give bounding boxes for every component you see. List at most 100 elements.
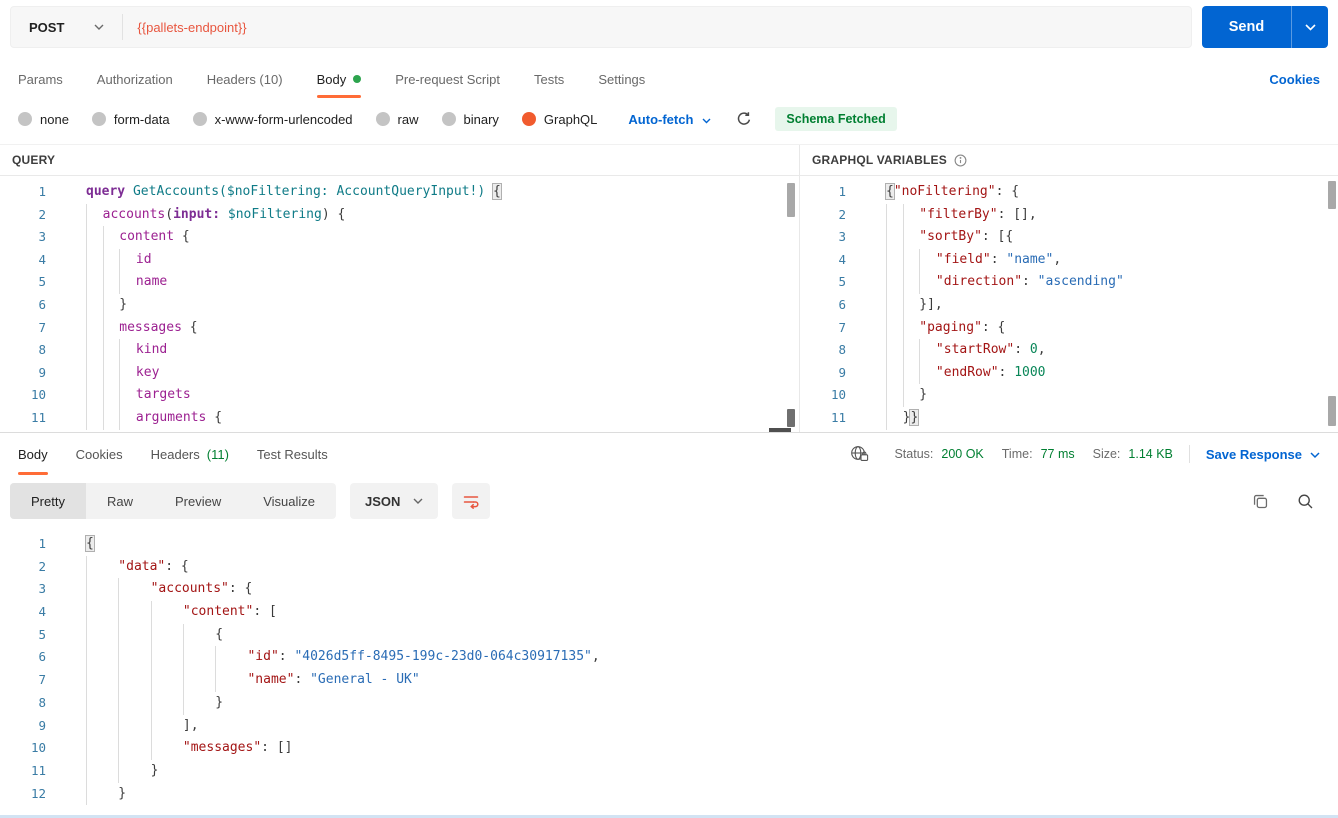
response-tabs: Body Cookies Headers (11) Test Results	[18, 433, 328, 475]
indent-guide	[119, 271, 136, 294]
response-body-viewer[interactable]: 1{2 "data": {3 "accounts": {4 "content": [5…	[0, 525, 1338, 811]
indent-guide	[182, 623, 215, 647]
scrollbar-thumb[interactable]	[1328, 181, 1336, 209]
indent-guide	[86, 406, 103, 430]
tab-headers[interactable]: Headers (10)	[207, 60, 283, 98]
indent-guide	[102, 339, 120, 362]
variables-editor[interactable]: 1 {"noFiltering": {2 "filterBy": [], 3 "sort…	[800, 176, 1338, 432]
body-type-raw[interactable]: raw	[375, 112, 419, 127]
send-options-button[interactable]	[1291, 6, 1328, 48]
indent-guide	[86, 578, 118, 602]
code-line: 4 id	[0, 248, 799, 272]
size-value: 1.14 KB	[1128, 447, 1173, 461]
radio-icon	[375, 112, 390, 126]
chevron-down-icon	[1304, 18, 1316, 36]
indent-guide	[119, 361, 136, 385]
globe-lock-icon[interactable]	[850, 445, 870, 463]
body-type-graphql[interactable]: GraphQL	[521, 112, 597, 127]
request-bar: POST {{pallets-endpoint}} Send	[10, 6, 1328, 48]
indent-guide	[886, 293, 903, 317]
indent-guide	[919, 339, 936, 362]
indent-guide	[182, 669, 215, 692]
indent-guide	[150, 691, 183, 715]
code-line: 4 "field": "name",	[800, 248, 1338, 272]
query-title: QUERY	[12, 153, 56, 167]
indent-guide	[150, 669, 183, 692]
indent-guide	[86, 226, 103, 249]
response-tab-headers[interactable]: Headers (11)	[151, 433, 229, 475]
code-line: 11}	[0, 759, 1338, 783]
search-icon[interactable]	[1297, 493, 1314, 510]
indent-guide	[86, 646, 118, 670]
save-response-button[interactable]: Save Response	[1206, 447, 1320, 462]
tab-tests[interactable]: Tests	[534, 60, 564, 98]
refresh-icon[interactable]	[736, 111, 752, 127]
body-type-none[interactable]: none	[18, 112, 69, 127]
copy-icon[interactable]	[1252, 493, 1269, 510]
status-value: 200 OK	[941, 447, 984, 461]
url-input[interactable]: {{pallets-endpoint}}	[123, 20, 1191, 35]
schema-status-badge: Schema Fetched	[775, 107, 897, 131]
indent-guide	[150, 646, 183, 670]
wrap-text-button[interactable]	[452, 483, 491, 519]
indent-guide	[886, 226, 903, 249]
response-toolbar-icons	[1252, 493, 1328, 510]
scrollbar-thumb[interactable]	[1328, 396, 1336, 426]
indent-guide	[86, 384, 103, 407]
view-raw[interactable]: Raw	[86, 483, 154, 519]
format-dropdown[interactable]: JSON	[350, 483, 439, 519]
indent-guide	[150, 737, 183, 760]
view-visualize[interactable]: Visualize	[242, 483, 336, 519]
method-selector[interactable]: POST	[11, 20, 122, 35]
code-line: 4 "content": [	[0, 601, 1338, 624]
indent-guide	[119, 248, 136, 272]
indent-guide	[919, 361, 936, 385]
response-tab-cookies[interactable]: Cookies	[76, 433, 123, 475]
tab-body[interactable]: Body	[316, 60, 362, 98]
code-line: 11 arguments {	[0, 406, 799, 430]
indent-guide	[902, 203, 920, 227]
indent-guide	[102, 384, 120, 407]
code-line: 12}	[0, 782, 1338, 806]
indent-guide	[118, 714, 150, 738]
indent-guide	[902, 226, 920, 249]
status-label: Status:	[894, 447, 934, 461]
send-button[interactable]: Send	[1202, 6, 1291, 48]
code-line: 2 accounts(input: $noFiltering) {	[0, 203, 799, 227]
code-line: 6 "id": "4026d5ff-8495-199c-23d0-064c3091…	[0, 646, 1338, 670]
response-tabs-row: Body Cookies Headers (11) Test Results S…	[0, 433, 1338, 475]
view-preview[interactable]: Preview	[154, 483, 242, 519]
body-type-form-data[interactable]: form-data	[91, 112, 170, 127]
body-type-x-www-form-urlencoded[interactable]: x-www-form-urlencoded	[192, 112, 353, 127]
query-editor[interactable]: 1 query GetAccounts($noFiltering: Account…	[0, 176, 799, 432]
code-line: 2 "filterBy": [],	[800, 203, 1338, 227]
indent-guide	[102, 316, 120, 340]
tab-authorization[interactable]: Authorization	[97, 60, 173, 98]
divider	[1188, 445, 1190, 463]
response-tab-test-results[interactable]: Test Results	[257, 433, 328, 475]
response-tab-body[interactable]: Body	[18, 433, 48, 475]
view-pretty[interactable]: Pretty	[10, 483, 86, 519]
tab-params[interactable]: Params	[18, 60, 63, 98]
tab-settings[interactable]: Settings	[598, 60, 645, 98]
indent-guide	[86, 623, 118, 647]
chevron-down-icon	[702, 112, 711, 127]
scrollbar-thumb[interactable]	[787, 409, 795, 427]
indent-guide	[86, 714, 118, 738]
indent-guide	[86, 293, 103, 317]
code-line: 11}}	[800, 406, 1338, 430]
horizontal-scrollbar-thumb[interactable]	[769, 428, 791, 432]
indent-guide	[86, 669, 118, 692]
autofetch-dropdown[interactable]: Auto-fetch	[628, 112, 711, 127]
tab-pre-request-script[interactable]: Pre-request Script	[395, 60, 500, 98]
wrap-text-icon	[462, 493, 480, 509]
code-line: 1 {"noFiltering": {	[838, 184, 1020, 199]
chevron-down-icon	[94, 24, 104, 31]
indent-guide	[902, 293, 920, 317]
scrollbar-thumb[interactable]	[787, 183, 795, 217]
cookies-link[interactable]: Cookies	[1269, 72, 1320, 87]
indent-guide	[886, 406, 903, 430]
body-type-binary[interactable]: binary	[441, 112, 499, 127]
indent-guide	[902, 316, 920, 340]
indent-guide	[902, 361, 920, 385]
